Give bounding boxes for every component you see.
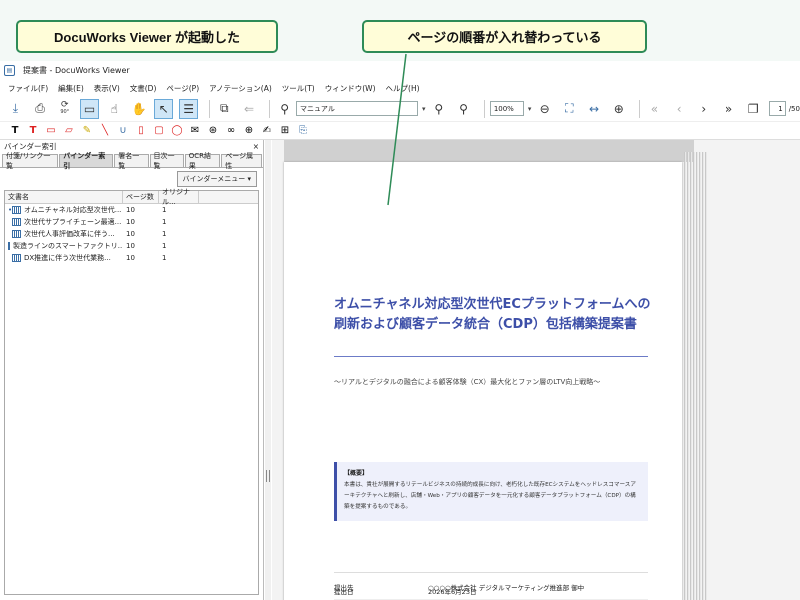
callout-pointer-line bbox=[387, 53, 407, 206]
callout-viewer-started: DocuWorks Viewer が起動した bbox=[16, 20, 278, 53]
callout-page-order-changed: ページの順番が入れ替わっている bbox=[362, 20, 647, 53]
screenshot-stage: DocuWorks Viewer が起動した ページの順番が入れ替わっている ▤… bbox=[0, 0, 800, 600]
callout-text: ページの順番が入れ替わっている bbox=[407, 30, 602, 45]
callout-text: DocuWorks Viewer が起動した bbox=[54, 30, 240, 45]
